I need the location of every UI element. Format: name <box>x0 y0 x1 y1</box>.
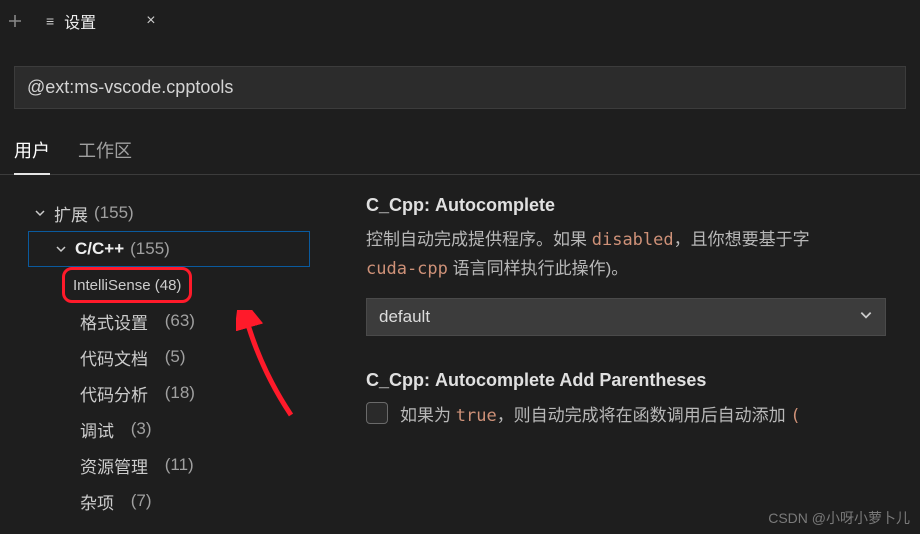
sidebar-item-codeanalysis[interactable]: 代码分析 (18) <box>28 375 310 411</box>
chevron-down-icon <box>32 207 48 219</box>
autocomplete-select[interactable]: default <box>366 298 886 336</box>
setting-name: Autocomplete Add Parentheses <box>435 370 706 390</box>
settings-search-input[interactable] <box>14 66 906 109</box>
sidebar-item-intellisense[interactable]: IntelliSense (48) <box>62 267 192 303</box>
chevron-down-icon <box>53 243 69 255</box>
scope-tab-workspace[interactable]: 工作区 <box>78 137 132 174</box>
close-icon[interactable]: × <box>146 12 155 30</box>
setting-autocomplete: C_Cpp: Autocomplete 控制自动完成提供程序。如果 disabl… <box>366 195 920 336</box>
sidebar-item-ccpp[interactable]: C/C++ (155) <box>28 231 310 267</box>
chevron-down-icon <box>859 307 873 327</box>
add-parentheses-checkbox[interactable] <box>366 402 388 424</box>
tab-settings[interactable]: ≡ 设置 × <box>30 0 176 42</box>
setting-prefix: C_Cpp: <box>366 370 430 390</box>
new-tab-button[interactable] <box>0 0 30 42</box>
sidebar-item-extensions[interactable]: 扩展 (155) <box>28 195 310 231</box>
setting-description: 如果为 true，则自动完成将在函数调用后自动添加 ( <box>400 401 801 426</box>
setting-name: Autocomplete <box>435 195 555 215</box>
watermark: CSDN @小呀小萝卜儿 <box>768 508 910 528</box>
settings-sidebar: 扩展 (155) C/C++ (155) IntelliSense (48) 格… <box>0 195 310 519</box>
tab-label: 设置 <box>64 9 96 33</box>
settings-list-icon: ≡ <box>46 13 54 29</box>
setting-prefix: C_Cpp: <box>366 195 430 215</box>
setting-autocomplete-add-parentheses: C_Cpp: Autocomplete Add Parentheses 如果为 … <box>366 370 920 426</box>
sidebar-item-misc[interactable]: 杂项 (7) <box>28 483 310 519</box>
setting-description: 控制自动完成提供程序。如果 disabled，且你想要基于字 cuda-cpp … <box>366 226 920 284</box>
sidebar-item-formatting[interactable]: 格式设置 (63) <box>28 303 310 339</box>
sidebar-item-debug[interactable]: 调试 (3) <box>28 411 310 447</box>
scope-tab-user[interactable]: 用户 <box>14 137 50 175</box>
settings-main: C_Cpp: Autocomplete 控制自动完成提供程序。如果 disabl… <box>310 195 920 519</box>
sidebar-item-codedocs[interactable]: 代码文档 (5) <box>28 339 310 375</box>
sidebar-item-resources[interactable]: 资源管理 (11) <box>28 447 310 483</box>
